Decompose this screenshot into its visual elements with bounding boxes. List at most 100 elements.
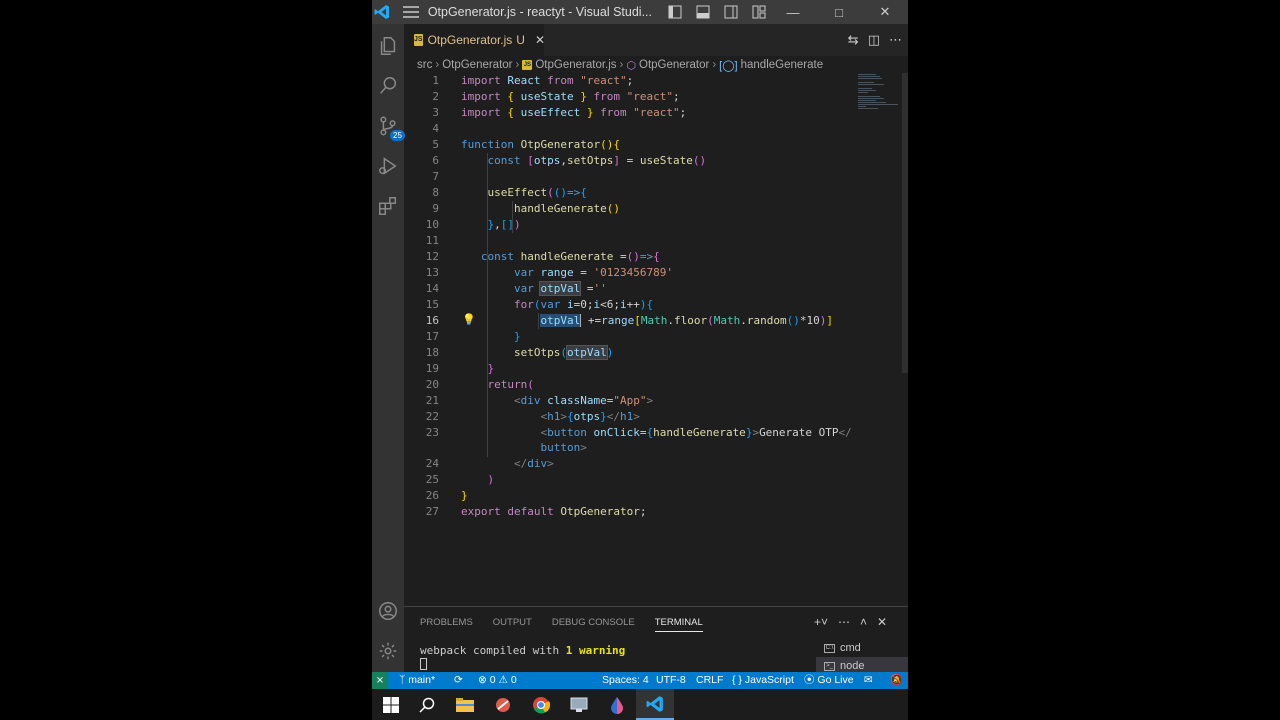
- file-explorer-icon[interactable]: [446, 689, 484, 720]
- tab-problems[interactable]: PROBLEMS: [420, 617, 473, 632]
- breadcrumb-component[interactable]: OtpGenerator: [639, 59, 709, 71]
- code-editor[interactable]: 1 import React from "react"; 2 import { us…: [404, 73, 908, 605]
- tab-otpgenerator[interactable]: JS OtpGenerator.js U ✕: [404, 24, 545, 56]
- line-number: 7: [432, 170, 439, 183]
- breadcrumb-symbol[interactable]: handleGenerate: [741, 59, 823, 71]
- branch-status[interactable]: ᛉ main*: [399, 672, 435, 689]
- more-actions-icon[interactable]: ⋯: [889, 32, 902, 48]
- vscode-icon[interactable]: [636, 689, 674, 720]
- code-line: 4: [404, 121, 874, 137]
- breadcrumb: src › OtpGenerator › JS OtpGenerator.js …: [417, 57, 823, 73]
- tab-terminal[interactable]: TERMINAL: [654, 617, 703, 632]
- minimize-icon[interactable]: —: [770, 0, 816, 24]
- line-number: 13: [425, 266, 439, 279]
- breadcrumb-src[interactable]: src: [417, 59, 432, 71]
- source-control-icon[interactable]: 25: [372, 106, 405, 146]
- code-line: 1 import React from "react";: [404, 73, 874, 89]
- js-file-icon: JS: [414, 34, 423, 46]
- line-number: 1: [432, 74, 439, 87]
- code-line: 22 <h1>{otps}</h1>: [404, 409, 874, 425]
- explorer-icon[interactable]: [372, 26, 404, 66]
- minimap[interactable]: [858, 74, 900, 114]
- code-line: 21 <div className="App">: [404, 393, 874, 409]
- breadcrumb-folder[interactable]: OtpGenerator: [442, 59, 512, 71]
- branch-name: main*: [408, 674, 436, 686]
- line-number: 11: [425, 234, 439, 247]
- code-line: 8 useEffect(()=>{: [404, 185, 874, 201]
- remote-indicator-icon[interactable]: ⨯: [372, 672, 388, 689]
- layout-secondary-icon[interactable]: [720, 0, 742, 24]
- feedback-icon[interactable]: ✉: [864, 672, 873, 689]
- code-line: 5 function OtpGenerator(){: [404, 137, 874, 153]
- terminal-item-cmd[interactable]: C:\ cmd: [816, 639, 908, 657]
- js-file-icon: JS: [522, 60, 533, 70]
- chevron-right-icon: ›: [515, 59, 520, 71]
- lightbulb-icon[interactable]: 💡: [462, 313, 476, 326]
- terminal-output[interactable]: webpack compiled with 1 warning: [420, 644, 625, 657]
- code-line: 10 },[]): [404, 217, 874, 233]
- new-terminal-icon[interactable]: +˅: [814, 615, 828, 629]
- problems-status[interactable]: ⊗ 0 ⚠ 0: [478, 672, 517, 689]
- code-line: 7: [404, 169, 874, 185]
- tab-output[interactable]: OUTPUT: [493, 617, 532, 632]
- menu-icon[interactable]: [403, 0, 420, 24]
- account-icon[interactable]: [372, 591, 404, 631]
- tab-close-icon[interactable]: ✕: [535, 33, 545, 47]
- tab-bar: JS OtpGenerator.js U ✕ ⇆ ◫ ⋯: [404, 24, 908, 56]
- eol-status[interactable]: CRLF: [696, 672, 723, 689]
- layout-panel-icon[interactable]: [692, 0, 714, 24]
- more-actions-icon[interactable]: ⋯: [838, 615, 850, 629]
- line-number: 22: [425, 410, 439, 423]
- scm-badge: 25: [390, 130, 405, 141]
- taskbar-search-icon[interactable]: [408, 689, 446, 720]
- windows-start-icon[interactable]: [372, 689, 410, 720]
- line-number: 6: [432, 154, 439, 167]
- chevron-right-icon: ›: [619, 59, 624, 71]
- tab-debug-console[interactable]: DEBUG CONSOLE: [552, 617, 635, 632]
- extensions-icon[interactable]: [372, 186, 404, 226]
- go-live-button[interactable]: ⦿ Go Live: [804, 672, 854, 689]
- maximize-panel-icon[interactable]: ˄: [860, 615, 867, 629]
- maximize-icon[interactable]: □: [816, 0, 862, 24]
- run-debug-icon[interactable]: [372, 146, 404, 186]
- language-name: JavaScript: [744, 674, 794, 686]
- compare-changes-icon[interactable]: ⇆: [848, 32, 859, 48]
- close-panel-icon[interactable]: ✕: [877, 615, 887, 629]
- status-bar: ⨯ ᛉ main* ⟳ ⊗ 0 ⚠ 0 Spaces: 4 UTF-8 CRLF…: [372, 672, 908, 689]
- line-number: 26: [425, 489, 439, 502]
- terminal-message: webpack compiled with: [420, 644, 566, 657]
- notifications-icon[interactable]: 🔕: [890, 672, 903, 689]
- settings-icon[interactable]: [372, 631, 404, 671]
- symbol-variable-icon: [◯]: [719, 59, 738, 72]
- code-line: 13 var range = '0123456789': [404, 265, 874, 281]
- split-editor-icon[interactable]: ◫: [868, 32, 880, 48]
- code-line: 11: [404, 233, 874, 249]
- search-icon[interactable]: [372, 66, 404, 106]
- layout-sidebar-icon[interactable]: [664, 0, 686, 24]
- chrome-icon[interactable]: [522, 689, 560, 720]
- close-icon[interactable]: ✕: [862, 0, 908, 24]
- title-bar: OtpGenerator.js - reactyt - Visual Studi…: [372, 0, 908, 24]
- screen-app-icon[interactable]: [560, 689, 598, 720]
- breadcrumb-file[interactable]: OtpGenerator.js: [535, 59, 616, 71]
- indentation-status[interactable]: Spaces: 4: [602, 672, 649, 689]
- vscode-window: OtpGenerator.js - reactyt - Visual Studi…: [372, 0, 908, 720]
- snipping-tool-icon[interactable]: [484, 689, 522, 720]
- editor-scrollbar[interactable]: [902, 73, 908, 373]
- line-number: 17: [425, 330, 439, 343]
- line-number: 23: [425, 426, 439, 439]
- code-line: 18 setOtps(otpVal): [404, 345, 874, 361]
- code-line: 3 import { useEffect } from "react";: [404, 105, 874, 121]
- error-count: 0: [489, 674, 496, 686]
- drop-app-icon[interactable]: [598, 689, 636, 720]
- encoding-status[interactable]: UTF-8: [656, 672, 686, 689]
- code-line: 23 <button onClick={handleGenerate}>Gene…: [404, 425, 874, 441]
- bottom-panel: PROBLEMS OUTPUT DEBUG CONSOLE TERMINAL +…: [404, 606, 908, 675]
- layout-custom-icon[interactable]: [748, 0, 770, 24]
- line-number: 3: [432, 106, 439, 119]
- window-title: OtpGenerator.js - reactyt - Visual Studi…: [427, 5, 652, 19]
- code-line: 19 }: [404, 361, 874, 377]
- code-line: 26}: [404, 488, 874, 504]
- sync-icon[interactable]: ⟳: [454, 672, 463, 689]
- language-status[interactable]: { } JavaScript: [732, 672, 794, 689]
